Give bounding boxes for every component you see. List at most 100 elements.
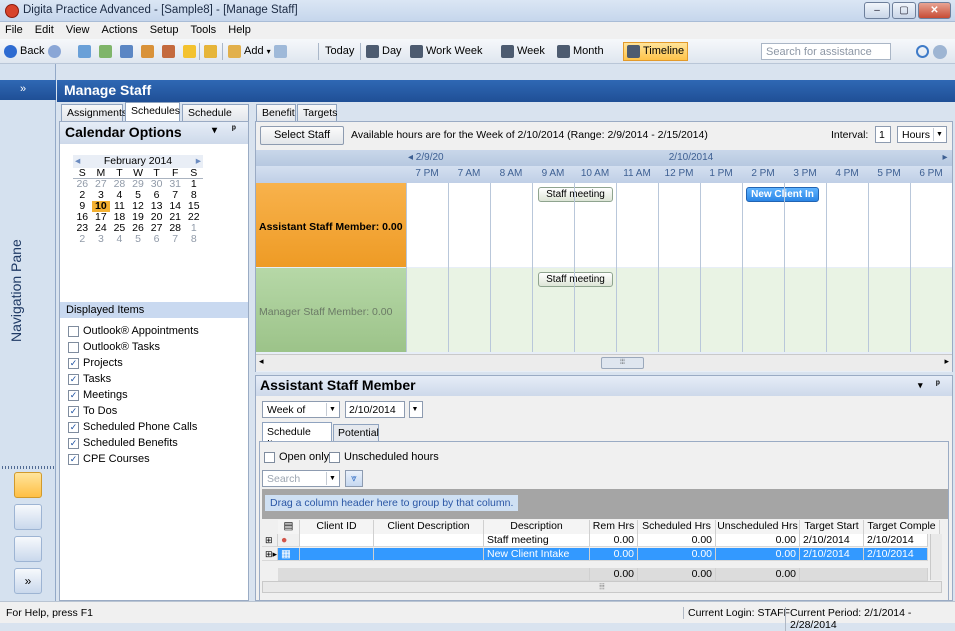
tab-schedules[interactable]: Schedules xyxy=(125,102,180,121)
nav-calendar-icon[interactable] xyxy=(14,472,42,498)
month-view-button[interactable]: Month xyxy=(557,42,604,61)
date-input[interactable]: 2/10/2014 xyxy=(345,401,405,418)
expand-row-icon[interactable]: ⊞ xyxy=(262,534,278,547)
tab-potential[interactable]: Potential xyxy=(333,424,379,441)
minimize-button[interactable]: – xyxy=(864,2,890,19)
checkbox-tasks[interactable]: ✓ Tasks xyxy=(68,373,111,385)
select-staff-button[interactable]: Select Staff xyxy=(260,126,344,145)
column-unscheduled-hrs[interactable]: Unscheduled Hrs xyxy=(716,520,800,534)
menu-help[interactable]: Help xyxy=(223,22,255,36)
nav-users-icon[interactable] xyxy=(14,536,42,562)
tab-schedule-items[interactable]: Schedule Items xyxy=(182,104,249,131)
column-description[interactable]: Description xyxy=(484,520,590,534)
checkbox-cpe-courses[interactable]: ✓ CPE Courses xyxy=(68,453,150,465)
assistance-search-input[interactable]: Search for assistance xyxy=(761,43,891,60)
checkbox-open-only[interactable]: Open only xyxy=(264,451,329,463)
nav-staff-icon[interactable] xyxy=(14,504,42,530)
timeline-horizontal-scrollbar[interactable]: ◂ ⦙⦙⦙ ▸ xyxy=(256,354,952,371)
tab-benefit[interactable]: Benefit xyxy=(256,104,296,121)
pin-icon[interactable]: ᵖ xyxy=(936,379,940,390)
menu-edit[interactable]: Edit xyxy=(30,22,58,36)
prev-month-button[interactable]: ◂ xyxy=(75,155,80,167)
tab-assignments[interactable]: Assignments xyxy=(61,104,127,121)
checkbox-scheduled-benefits[interactable]: ✓ Scheduled Benefits xyxy=(68,437,178,449)
close-button[interactable]: ✕ xyxy=(918,2,951,19)
maximize-button[interactable]: ▢ xyxy=(892,2,916,19)
scroll-left-arrow[interactable]: ◂ xyxy=(259,356,264,367)
clients-icon[interactable] xyxy=(120,45,133,58)
tab-targets[interactable]: Targets xyxy=(297,104,337,121)
column-target-start[interactable]: Target Start xyxy=(800,520,864,534)
scroll-right-arrow[interactable]: ▸ xyxy=(944,356,949,367)
timeline-view-button[interactable]: Timeline xyxy=(623,42,689,61)
today-button[interactable]: Today xyxy=(325,42,354,61)
chevron-down-icon: ▼ xyxy=(326,403,338,416)
staff-icon[interactable] xyxy=(141,45,154,58)
date-picker-button[interactable]: ▼ xyxy=(409,401,423,418)
menu-view[interactable]: View xyxy=(61,22,94,36)
help-icon[interactable] xyxy=(933,45,947,59)
mini-calendar[interactable]: ◂ February 2014 ▸ SMTWTFS 26 27 28 29 30 31 1 … xyxy=(73,155,203,245)
grid-horizontal-scrollbar[interactable]: ⦙⦙⦙ xyxy=(262,581,942,593)
add-button[interactable]: Add ▾ xyxy=(228,42,287,61)
checkbox-to-dos[interactable]: ✓ To Dos xyxy=(68,405,117,417)
navigation-pane-label[interactable]: Navigation Pane xyxy=(8,239,24,342)
prev-date-label[interactable]: ◂ 2/9/20 xyxy=(408,152,448,163)
timeline-next-arrow[interactable]: ▸ xyxy=(940,152,950,163)
hour-label: 3 PM xyxy=(793,168,817,179)
checkbox-scheduled-phone-calls[interactable]: ✓ Scheduled Phone Calls xyxy=(68,421,197,433)
group-by-area[interactable]: Drag a column header here to group by th… xyxy=(262,489,948,519)
search-icon[interactable] xyxy=(916,45,929,58)
column-client-id[interactable]: Client ID xyxy=(300,520,374,534)
eraser-icon[interactable] xyxy=(273,45,287,58)
nav-collapse-button[interactable]: » xyxy=(20,83,26,95)
staff-row-label[interactable]: Assistant Staff Member: 0.00 xyxy=(256,183,406,267)
star-icon[interactable] xyxy=(183,45,196,58)
items-search-input[interactable]: Search ▼ xyxy=(262,470,340,487)
pin-icon[interactable]: ᵖ xyxy=(232,124,236,135)
work-week-view-button[interactable]: Work Week xyxy=(410,42,482,61)
tab-schedule-items-sub[interactable]: Schedule Items xyxy=(262,422,332,450)
checkbox-meetings[interactable]: ✓ Meetings xyxy=(68,389,128,401)
menu-actions[interactable]: Actions xyxy=(97,22,142,36)
appointment-new-client[interactable]: New Client In xyxy=(746,187,819,202)
appointment-staff-meeting[interactable]: Staff meeting xyxy=(538,272,613,287)
week-view-button[interactable]: Week xyxy=(501,42,545,61)
checkbox-unscheduled-hours[interactable]: Unscheduled hours xyxy=(329,451,439,463)
column-scheduled-hrs[interactable]: Scheduled Hrs xyxy=(638,520,716,534)
staff-row-label[interactable]: Manager Staff Member: 0.00 xyxy=(256,268,406,352)
meeting-type-icon: ● xyxy=(278,534,300,547)
task-type-icon: ▦ xyxy=(278,548,300,561)
grid-vertical-scrollbar[interactable] xyxy=(930,534,942,580)
column-chooser-icon[interactable]: ▤ xyxy=(278,520,300,534)
expand-row-icon[interactable]: ⊞▸ xyxy=(262,548,278,561)
scroll-thumb[interactable]: ⦙⦙⦙ xyxy=(601,357,644,369)
users-icon[interactable] xyxy=(162,45,175,58)
menu-setup[interactable]: Setup xyxy=(145,22,183,36)
interval-unit-select[interactable]: Hours ▼ xyxy=(897,126,947,143)
checkbox-projects[interactable]: ✓ Projects xyxy=(68,357,123,369)
nav-splitter[interactable] xyxy=(2,466,54,469)
calendar-quick-button[interactable] xyxy=(204,42,217,61)
appointment-staff-meeting[interactable]: Staff meeting xyxy=(538,187,613,202)
available-hours-text: Available hours are for the Week of 2/10… xyxy=(351,129,708,141)
menu-file[interactable]: File xyxy=(0,22,27,36)
forward-button[interactable] xyxy=(48,42,61,61)
day-view-button[interactable]: Day xyxy=(366,42,402,61)
back-button[interactable]: Back xyxy=(4,42,44,61)
home-icon[interactable] xyxy=(99,45,112,58)
panel-menu-icon[interactable]: ▾ xyxy=(918,380,923,391)
checkbox-outlook-appointments[interactable]: Outlook® Appointments xyxy=(68,325,199,337)
menu-tools[interactable]: Tools xyxy=(186,22,221,36)
next-month-button[interactable]: ▸ xyxy=(196,155,201,167)
column-target-complete[interactable]: Target Comple xyxy=(864,520,940,534)
column-client-description[interactable]: Client Description xyxy=(374,520,484,534)
panel-menu-icon[interactable]: ▾ xyxy=(212,125,217,136)
period-select[interactable]: Week of ▼ xyxy=(262,401,340,418)
nav-more-button[interactable]: » xyxy=(14,568,42,594)
refresh-icon[interactable] xyxy=(78,45,91,58)
expand-search-icon[interactable]: ⩔ xyxy=(345,470,363,487)
interval-value-input[interactable]: 1 xyxy=(875,126,891,143)
checkbox-outlook-tasks[interactable]: Outlook® Tasks xyxy=(68,341,160,353)
column-rem-hrs[interactable]: Rem Hrs xyxy=(590,520,638,534)
